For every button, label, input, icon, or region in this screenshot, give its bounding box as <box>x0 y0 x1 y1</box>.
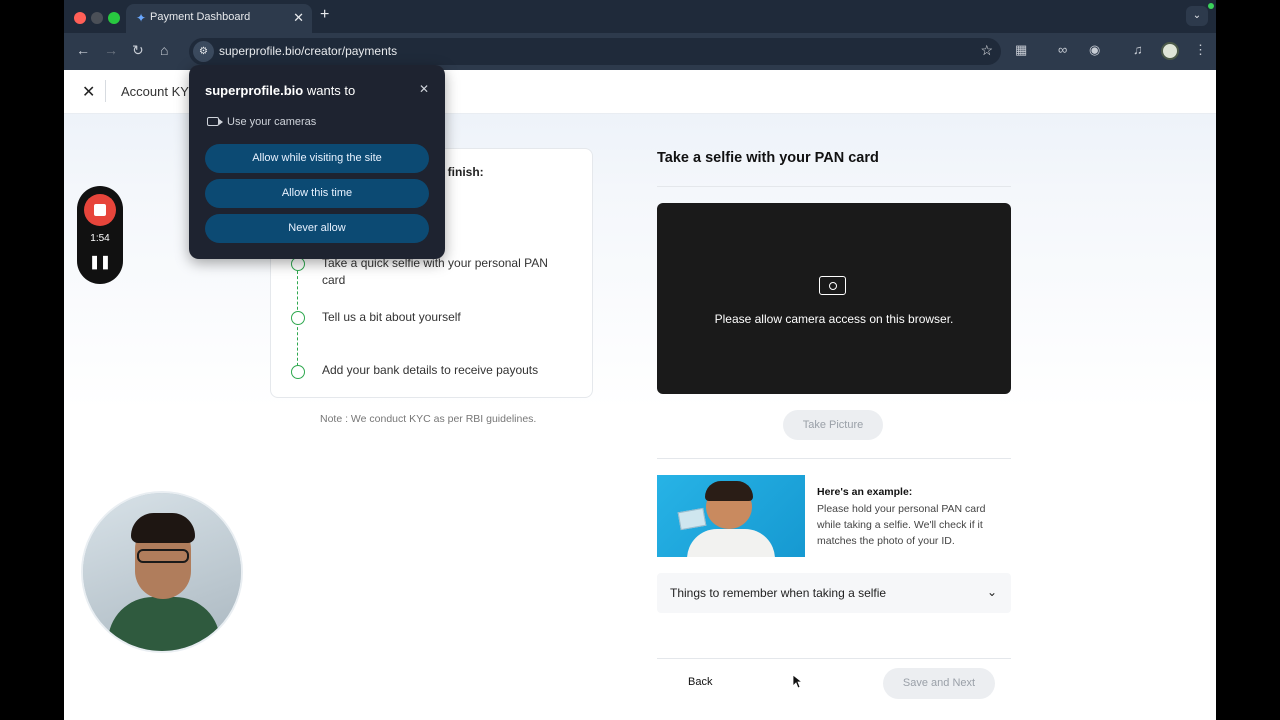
step-dot <box>291 365 305 379</box>
maximize-window-button[interactable] <box>108 12 120 24</box>
camera-preview: Please allow camera access on this brows… <box>657 203 1011 394</box>
page-title: Account KY <box>121 84 189 99</box>
tab-payment-dashboard[interactable]: ✦ Payment Dashboard ✕ <box>126 4 312 33</box>
step-dot <box>291 257 305 271</box>
bookmark-star-icon[interactable]: ☆ <box>980 42 993 59</box>
menu-kebab-icon[interactable]: ⋮ <box>1194 42 1207 58</box>
camera-message: Please allow camera access on this brows… <box>714 312 954 326</box>
example-text: Please hold your personal PAN card while… <box>817 503 986 547</box>
screen-recorder-widget: 1:54 ❚❚ <box>77 186 123 284</box>
camera-permission-popup: superprofile.bio wants to ✕ Use your cam… <box>189 65 445 259</box>
take-picture-button[interactable]: Take Picture <box>783 410 883 440</box>
profile-avatar[interactable] <box>1161 42 1179 60</box>
header-divider <box>105 80 106 102</box>
step-about: Tell us a bit about yourself <box>322 310 461 324</box>
selfie-title: Take a selfie with your PAN card <box>657 150 879 166</box>
new-tab-icon[interactable]: + <box>320 6 329 24</box>
step-selfie: Take a quick selfie with your personal P… <box>322 256 548 287</box>
status-dot-icon <box>1208 3 1214 9</box>
pause-icon[interactable]: ❚❚ <box>77 254 123 270</box>
step-bank: Add your bank details to receive payouts <box>322 363 539 377</box>
extensions-icon[interactable]: ▦ <box>1015 42 1027 58</box>
never-allow-button[interactable]: Never allow <box>205 214 429 243</box>
url-text: superprofile.bio/creator/payments <box>219 44 398 58</box>
popup-title-suffix: wants to <box>303 83 356 98</box>
tab-search-button[interactable]: ⌄ <box>1186 6 1208 26</box>
address-bar[interactable]: ⚙ superprofile.bio/creator/payments ☆ <box>189 38 1001 65</box>
close-window-button[interactable] <box>74 12 86 24</box>
close-tab-icon[interactable]: ✕ <box>293 10 304 26</box>
site-settings-icon[interactable]: ⚙ <box>193 41 214 62</box>
close-icon[interactable]: ✕ <box>82 82 95 102</box>
divider <box>657 186 1011 187</box>
incognito-icon[interactable]: ◉ <box>1089 42 1100 58</box>
forward-arrow-icon[interactable]: → <box>104 42 118 58</box>
favicon-icon: ✦ <box>136 11 147 25</box>
back-arrow-icon[interactable]: ← <box>76 42 90 58</box>
tab-title: Payment Dashboard <box>150 11 251 23</box>
kyc-note: Note : We conduct KYC as per RBI guideli… <box>320 413 537 425</box>
camera-icon <box>819 276 846 295</box>
step-dot <box>291 311 305 325</box>
webcam-person-hair <box>131 513 195 543</box>
link-icon[interactable]: ∞ <box>1058 42 1067 57</box>
webcam-person-glasses <box>137 549 189 563</box>
mouse-cursor-icon <box>793 675 803 689</box>
tab-strip: ✦ Payment Dashboard ✕ + ⌄ <box>64 0 1216 33</box>
video-camera-icon <box>207 117 223 126</box>
divider <box>657 458 1011 459</box>
chevron-down-icon: ⌄ <box>986 585 997 599</box>
example-selfie-image <box>657 475 805 557</box>
save-and-next-button[interactable]: Save and Next <box>883 668 995 699</box>
minimize-window-button[interactable] <box>91 12 103 24</box>
allow-while-visiting-button[interactable]: Allow while visiting the site <box>205 144 429 173</box>
popup-site: superprofile.bio <box>205 83 304 98</box>
permission-text: Use your cameras <box>227 116 317 128</box>
recording-timer: 1:54 <box>90 233 110 244</box>
divider <box>657 658 1011 659</box>
example-title: Here's an example: <box>817 486 913 498</box>
reload-icon[interactable]: ↻ <box>132 42 144 59</box>
popup-close-icon[interactable]: ✕ <box>419 82 429 96</box>
stop-recording-button[interactable] <box>84 194 116 226</box>
home-icon[interactable]: ⌂ <box>160 42 168 58</box>
selfie-tips-accordion[interactable]: Things to remember when taking a selfie … <box>657 573 1011 613</box>
back-button[interactable]: Back <box>688 676 712 688</box>
allow-this-time-button[interactable]: Allow this time <box>205 179 429 208</box>
example-pan-card <box>677 507 707 531</box>
webcam-overlay <box>81 491 243 653</box>
media-controls-icon[interactable]: ♫ <box>1133 42 1143 57</box>
example-person-body <box>687 529 775 557</box>
popup-title: superprofile.bio wants to <box>205 83 355 98</box>
accordion-label: Things to remember when taking a selfie <box>670 586 887 600</box>
example-person-hair <box>705 481 753 501</box>
